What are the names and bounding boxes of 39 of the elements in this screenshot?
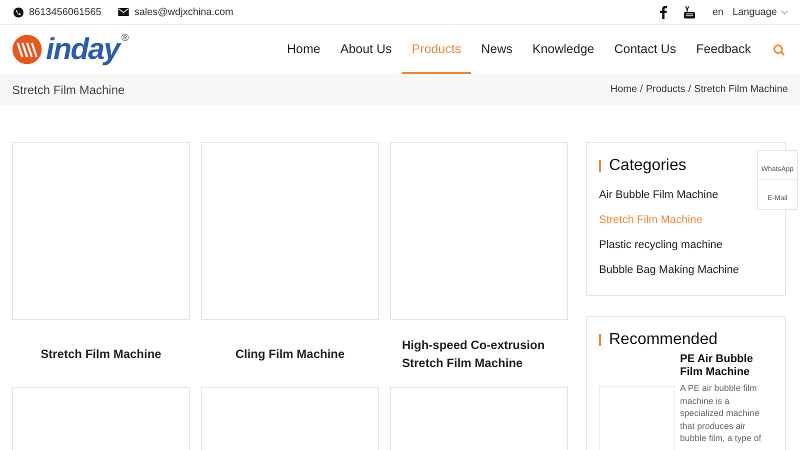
product-image-frame[interactable] bbox=[201, 142, 379, 320]
category-link[interactable]: Air Bubble Film Machine bbox=[599, 183, 718, 208]
breadcrumb-separator: / bbox=[688, 84, 692, 95]
nav-link[interactable]: Feedback bbox=[686, 25, 761, 74]
breadcrumb-link[interactable]: Products bbox=[646, 84, 686, 95]
recommended-description: A PE air bubble film machine is a specialized machine that produces air bubble film, a type of bbox=[680, 382, 762, 444]
accent-bar bbox=[599, 160, 601, 172]
accent-bar bbox=[599, 334, 601, 346]
phone-number[interactable]: 8613456061565 bbox=[29, 6, 102, 18]
breadcrumb-link[interactable]: Stretch Film Machine bbox=[694, 84, 788, 95]
nav-link[interactable]: About Us bbox=[330, 25, 402, 74]
facebook-icon[interactable] bbox=[660, 6, 668, 18]
language-selector[interactable]: Language bbox=[732, 6, 788, 18]
page-title: Stretch Film Machine bbox=[12, 82, 125, 96]
nav-link[interactable]: Contact Us bbox=[604, 25, 686, 74]
breadcrumb-link[interactable]: Home bbox=[610, 84, 638, 95]
nav-link[interactable]: News bbox=[471, 25, 522, 74]
product-title[interactable]: High-speed Co-extrusion Stretch Film Machine bbox=[402, 336, 556, 372]
panel-heading: Recommended bbox=[609, 331, 718, 349]
product-image-frame[interactable] bbox=[390, 142, 568, 320]
email-address[interactable]: sales@wdjxchina.com bbox=[134, 6, 234, 18]
product-image-frame[interactable] bbox=[12, 142, 190, 320]
product-title[interactable]: Stretch Film Machine bbox=[40, 344, 162, 362]
chevron-down-icon bbox=[781, 10, 788, 14]
panel-heading: Categories bbox=[609, 157, 686, 175]
nav-link[interactable]: Knowledge bbox=[522, 25, 604, 74]
product-title[interactable]: Cling Film Machine bbox=[235, 344, 345, 362]
breadcrumb-separator: / bbox=[640, 84, 643, 95]
category-link[interactable]: Plastic recycling machine bbox=[599, 233, 722, 258]
nav-link[interactable]: Home bbox=[277, 25, 330, 74]
logo-text: inday bbox=[46, 34, 120, 64]
category-link[interactable]: Bubble Bag Making Machine bbox=[599, 258, 740, 283]
registered-mark: ® bbox=[121, 32, 129, 44]
search-icon[interactable] bbox=[773, 44, 785, 56]
language-code: en bbox=[712, 6, 724, 18]
recommended-title[interactable]: PE Air Bubble Film Machine bbox=[680, 353, 773, 379]
mail-icon bbox=[118, 8, 130, 16]
phone-icon bbox=[13, 6, 24, 18]
youtube-icon[interactable] bbox=[684, 6, 696, 18]
